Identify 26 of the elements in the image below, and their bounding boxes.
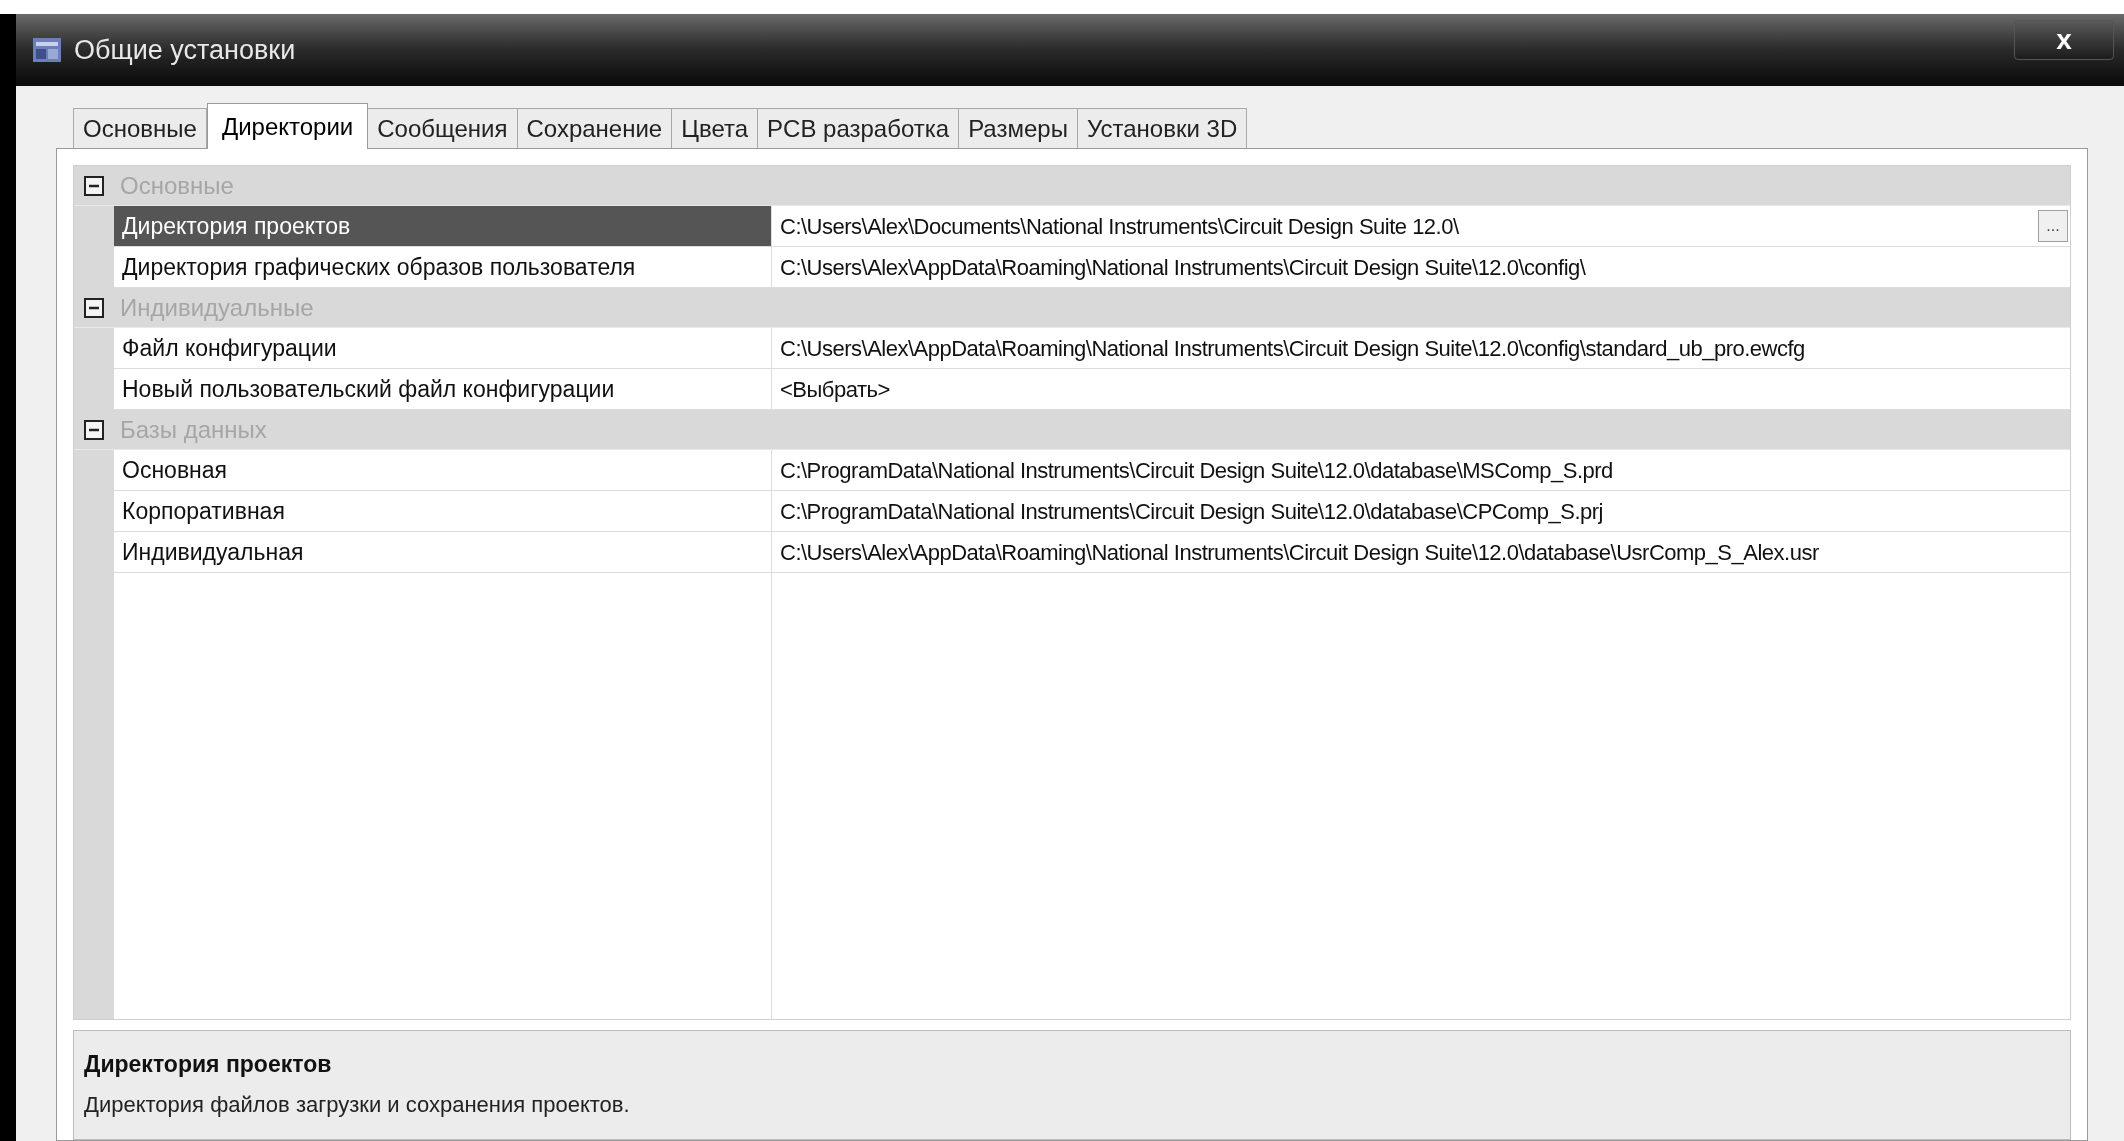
property-value[interactable]: <Выбрать> <box>780 372 890 406</box>
property-name[interactable]: Директория графических образов пользователя <box>114 247 772 288</box>
browse-button[interactable]: ... <box>2038 210 2068 242</box>
tab[interactable]: PCB разработка <box>757 108 960 148</box>
property-name[interactable]: Директория проектов <box>114 206 772 247</box>
tab[interactable]: Основные <box>73 108 207 148</box>
window-title: Общие установки <box>74 33 296 67</box>
tab[interactable]: Сообщения <box>367 108 518 148</box>
tab[interactable]: Сохранение <box>516 108 673 148</box>
property-name[interactable]: Новый пользовательский файл конфигурации <box>114 369 772 410</box>
collapse-icon[interactable] <box>84 175 104 196</box>
tab[interactable]: Директории <box>206 103 369 149</box>
property-name[interactable]: Корпоративная <box>114 491 772 532</box>
property-name[interactable]: Файл конфигурации <box>114 328 772 369</box>
property-value[interactable]: C:\Users\Alex\Documents\National Instruments\Circuit Design Suite 12.0\ <box>780 209 1459 243</box>
description-title: Директория проектов <box>84 1050 333 1079</box>
tab[interactable]: Цвета <box>671 108 759 148</box>
property-name[interactable]: Основная <box>114 450 772 491</box>
description-text: Директория файлов загрузки и сохранения проектов. <box>84 1090 631 1119</box>
collapse-icon[interactable] <box>84 419 104 440</box>
close-button[interactable]: x <box>2014 20 2114 60</box>
property-name[interactable]: Индивидуальная <box>114 532 772 573</box>
app-icon <box>32 36 62 64</box>
tab[interactable]: Размеры <box>958 108 1078 148</box>
tab[interactable]: Установки 3D <box>1076 108 1248 148</box>
collapse-icon[interactable] <box>84 297 104 318</box>
